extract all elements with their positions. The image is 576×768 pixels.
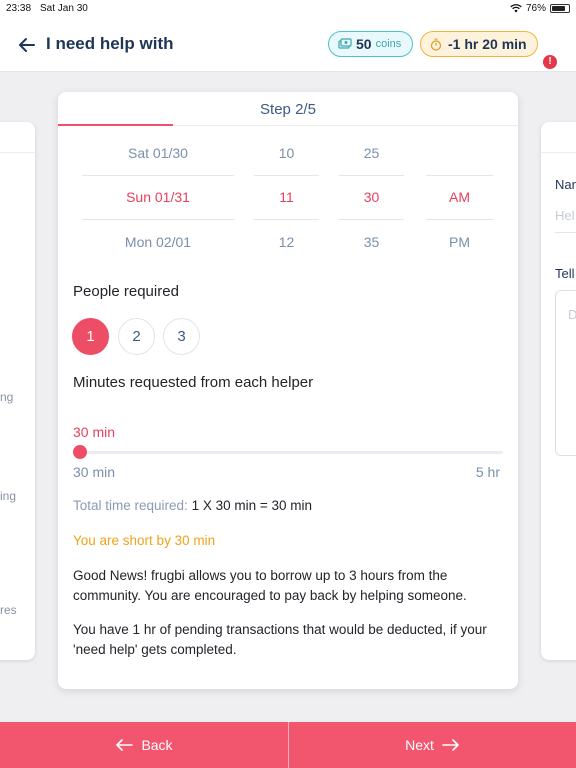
- back-arrow-icon[interactable]: [16, 34, 38, 56]
- step-progress-bar: [58, 124, 173, 126]
- battery-icon: [550, 4, 570, 13]
- next-button[interactable]: Next: [289, 722, 576, 768]
- hour-option[interactable]: 10: [254, 145, 319, 161]
- coins-badge[interactable]: 50 coins: [328, 31, 413, 57]
- hour-option[interactable]: 12: [254, 234, 319, 250]
- time-balance-badge[interactable]: -1 hr 20 min: [420, 31, 538, 57]
- slider-max-label: 5 hr: [475, 464, 500, 480]
- total-time-label: Total time required:: [73, 498, 188, 513]
- minutes-slider-thumb[interactable]: [73, 445, 87, 459]
- arrow-left-icon: [116, 739, 134, 751]
- battery-percent: 76%: [525, 3, 546, 14]
- people-option-2[interactable]: 2: [118, 318, 155, 355]
- status-time: 23:38: [6, 3, 32, 14]
- hour-option-selected[interactable]: 11: [254, 189, 319, 205]
- back-button[interactable]: Back: [0, 722, 288, 768]
- date-option[interactable]: Sat 01/30: [82, 145, 234, 161]
- borrow-info-text: Good News! frugbi allows you to borrow u…: [73, 568, 467, 603]
- left-card-fragment: res: [0, 603, 17, 617]
- minute-option[interactable]: 25: [339, 145, 404, 161]
- slider-min-label: 30 min: [73, 464, 116, 480]
- back-label: Back: [141, 737, 173, 753]
- pending-info-text: You have 1 hr of pending transactions th…: [73, 622, 487, 657]
- alert-icon[interactable]: !: [543, 55, 557, 69]
- time-balance-value: -1 hr 20 min: [448, 36, 527, 52]
- people-option-3[interactable]: 3: [163, 318, 200, 355]
- description-textbox: D: [555, 290, 576, 456]
- previous-step-card: ng ing res: [0, 122, 35, 660]
- next-step-card: Nar Hel Tell D: [541, 122, 576, 660]
- step-title: Step 2/5: [260, 101, 316, 118]
- stopwatch-icon: [430, 38, 442, 51]
- left-card-fragment: ng: [0, 390, 14, 404]
- minute-option[interactable]: 35: [339, 234, 404, 250]
- minutes-label: Minutes requested from each helper: [73, 374, 314, 391]
- status-date: Sat Jan 30: [40, 3, 88, 14]
- status-bar: 23:38 Sat Jan 30 76%: [0, 0, 576, 18]
- shortfall-warning: You are short by 30 min: [73, 533, 216, 548]
- people-option-1[interactable]: 1: [72, 318, 109, 355]
- coins-value: 50: [356, 36, 372, 52]
- people-required-label: People required: [73, 283, 179, 300]
- name-label: Nar: [555, 177, 576, 192]
- name-input-hint: Hel: [555, 208, 575, 223]
- page-title: I need help with: [46, 34, 174, 53]
- app-header: I need help with 50 coins -1 hr 20 min !: [0, 18, 576, 72]
- total-time-value: 1 X 30 min = 30 min: [191, 498, 313, 513]
- bottom-nav: Back Next: [0, 722, 576, 768]
- coins-icon: [338, 38, 352, 49]
- date-option-selected[interactable]: Sun 01/31: [82, 189, 234, 205]
- minutes-slider-track[interactable]: [80, 451, 503, 454]
- coins-unit: coins: [375, 38, 402, 50]
- step-card: Step 2/5 Sat 01/30 Sun 01/31 Mon 02/01 1…: [58, 92, 518, 689]
- ampm-option[interactable]: PM: [426, 234, 493, 250]
- wifi-icon: [510, 4, 522, 13]
- left-card-fragment: ing: [0, 489, 17, 503]
- status-right: 76%: [510, 3, 570, 14]
- slider-current-value: 30 min: [73, 424, 116, 440]
- arrow-right-icon: [442, 739, 459, 751]
- minute-option-selected[interactable]: 30: [339, 189, 404, 205]
- date-option[interactable]: Mon 02/01: [82, 234, 234, 250]
- next-label: Next: [405, 737, 434, 753]
- tell-label: Tell: [555, 266, 575, 281]
- ampm-option-selected[interactable]: AM: [426, 189, 493, 205]
- total-time: Total time required: 1 X 30 min = 30 min: [73, 498, 312, 513]
- textbox-hint: D: [568, 307, 576, 322]
